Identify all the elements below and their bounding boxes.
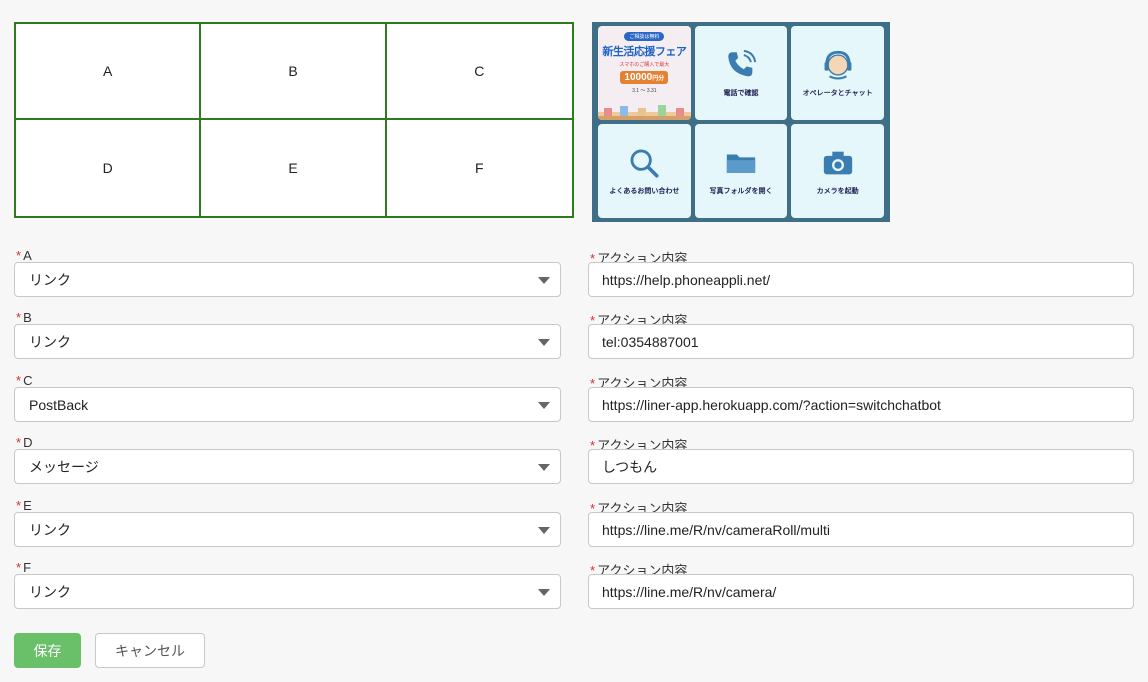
area-label: * A [16, 248, 32, 263]
camera-icon [823, 151, 852, 175]
action-content-input[interactable] [588, 449, 1134, 484]
action-row-e: * E リンク * アクション内容 [14, 498, 1134, 558]
action-type-select[interactable]: リンク [14, 512, 561, 547]
banner-badge: ご相談は無料 [624, 32, 665, 41]
rich-menu-preview: ご相談は無料 新生活応援フェア スマホのご購入で最大 10000円分 3.1 〜… [592, 22, 890, 222]
tile-operator: オペレータとチャット [791, 26, 884, 120]
tile-phone: 電話で確認 [694, 26, 788, 120]
cancel-button[interactable]: キャンセル [95, 633, 205, 668]
chevron-down-icon [538, 339, 550, 346]
banner-subtitle: スマホのご購入で最大 [619, 62, 670, 68]
action-type-select[interactable]: PostBack [14, 387, 561, 422]
action-row-b: * B リンク * アクション内容 [14, 310, 1134, 370]
banner-date: 3.1 〜 3.31 [632, 88, 657, 94]
area-label: * E [16, 498, 32, 513]
action-row-c: * C PostBack * アクション内容 [14, 373, 1134, 433]
banner-amount: 10000円分 [620, 71, 669, 84]
action-type-select[interactable]: メッセージ [14, 449, 561, 484]
action-content-input[interactable] [588, 324, 1134, 359]
chevron-down-icon [538, 464, 550, 471]
area-label: * F [16, 560, 32, 575]
action-row-d: * D メッセージ * アクション内容 [14, 435, 1134, 495]
area-cell-e[interactable]: E [201, 120, 387, 216]
phone-icon [728, 49, 757, 77]
save-button[interactable]: 保存 [14, 633, 81, 668]
area-label: * D [16, 435, 33, 450]
chevron-down-icon [538, 402, 550, 409]
action-content-input[interactable] [588, 574, 1134, 609]
area-grid: A B C D E F [14, 22, 574, 218]
town-illustration [598, 105, 691, 120]
action-content-input[interactable] [588, 512, 1134, 547]
tile-faq: よくあるお問い合わせ [598, 124, 691, 218]
tile-faq-label: よくあるお問い合わせ [609, 188, 680, 195]
action-row-a: * A リンク * アクション内容 [14, 248, 1134, 308]
operator-icon [824, 50, 852, 80]
area-cell-f[interactable]: F [386, 120, 572, 216]
action-type-select[interactable]: リンク [14, 262, 561, 297]
area-cell-d[interactable]: D [16, 120, 202, 216]
tile-phone-label: 電話で確認 [723, 90, 759, 97]
banner-title: 新生活応援フェア [602, 46, 687, 58]
campaign-banner: ご相談は無料 新生活応援フェア スマホのご購入で最大 10000円分 3.1 〜… [598, 26, 691, 120]
folder-icon [726, 154, 756, 173]
area-cell-a[interactable]: A [16, 24, 202, 120]
action-content-input[interactable] [588, 387, 1134, 422]
action-row-f: * F リンク * アクション内容 [14, 560, 1134, 620]
tile-folder: 写真フォルダを開く [694, 124, 788, 218]
tile-folder-label: 写真フォルダを開く [709, 188, 773, 195]
action-content-input[interactable] [588, 262, 1134, 297]
area-label: * B [16, 310, 32, 325]
area-cell-b[interactable]: B [201, 24, 387, 120]
tile-operator-label: オペレータとチャット [802, 90, 873, 97]
tile-camera-label: カメラを起動 [816, 188, 859, 195]
area-cell-c[interactable]: C [386, 24, 572, 120]
action-type-select[interactable]: リンク [14, 324, 561, 359]
chevron-down-icon [538, 527, 550, 534]
area-label: * C [16, 373, 33, 388]
search-icon [630, 149, 659, 178]
tile-camera: カメラを起動 [791, 124, 884, 218]
chevron-down-icon [538, 589, 550, 596]
chevron-down-icon [538, 277, 550, 284]
action-type-select[interactable]: リンク [14, 574, 561, 609]
